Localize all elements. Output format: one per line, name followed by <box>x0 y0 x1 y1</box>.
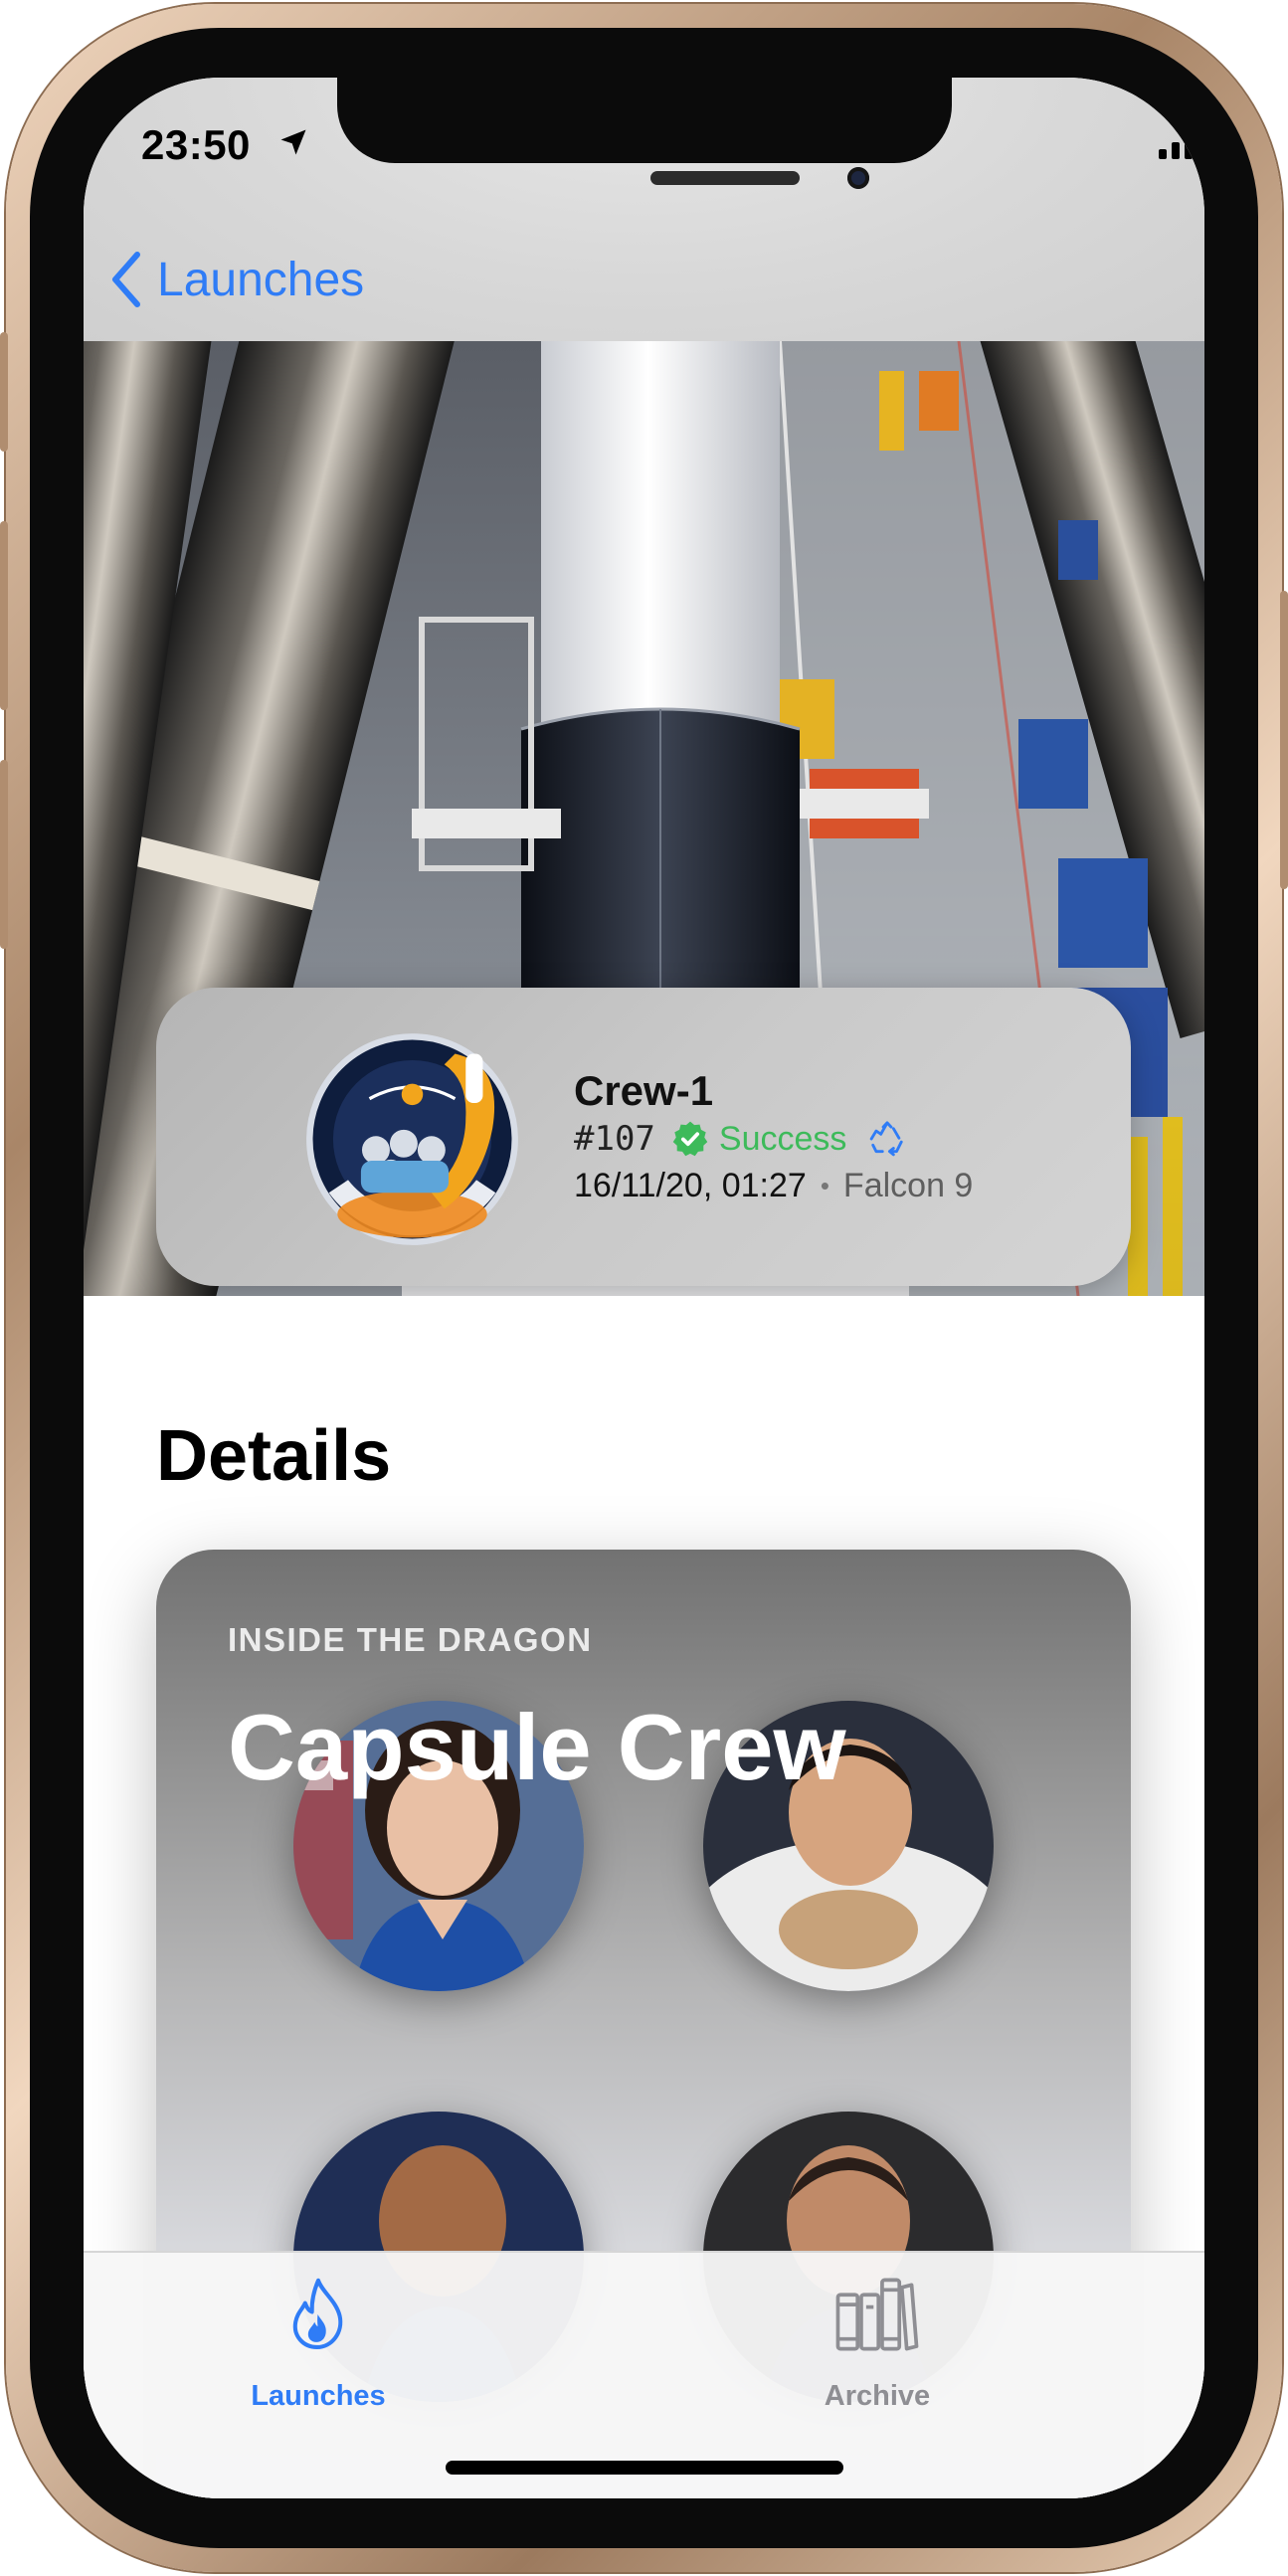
earpiece-speaker <box>650 171 800 185</box>
launch-date: 16/11/20, 01:27 <box>574 1167 807 1204</box>
mission-name: Crew-1 <box>574 1067 714 1114</box>
location-arrow-icon <box>280 129 306 155</box>
cellular-signal-icon <box>1159 126 1204 159</box>
screen: 23:50 4G Launches <box>84 78 1204 2498</box>
back-button[interactable]: Launches <box>109 245 364 314</box>
launch-summary-card[interactable]: Crew-1 #107 Success 16/11/20, 01:27 • Fa… <box>156 988 1131 1286</box>
status-time: 23:50 <box>141 121 251 168</box>
details-heading: Details <box>156 1416 392 1496</box>
separator-dot: • <box>820 1171 829 1200</box>
reused-recycle-icon <box>870 1121 904 1157</box>
rocket-name: Falcon 9 <box>842 1167 974 1204</box>
crew-card-kicker: INSIDE THE DRAGON <box>228 1621 593 1658</box>
tab-archive[interactable]: Archive <box>748 2277 1007 2416</box>
launch-hero-image: Crew-1 #107 Success 16/11/20, 01:27 • Fa… <box>84 341 1204 1296</box>
flame-icon <box>292 2278 343 2349</box>
flight-number: #107 <box>574 1119 655 1159</box>
books-icon <box>835 2278 919 2351</box>
power-button <box>1280 591 1288 889</box>
notch <box>337 78 952 163</box>
tab-launches-label: Launches <box>251 2380 386 2412</box>
tab-archive-label: Archive <box>824 2380 931 2412</box>
mission-patch-icon <box>306 1033 518 1245</box>
chevron-left-icon <box>112 252 140 307</box>
crew-card-title: Capsule Crew <box>228 1695 846 1799</box>
home-indicator[interactable] <box>446 2461 843 2475</box>
volume-down-button <box>0 760 8 949</box>
success-badge-icon <box>672 1121 708 1157</box>
front-camera <box>847 167 869 189</box>
mission-meta: #107 Success <box>574 1117 906 1161</box>
launch-status: Success <box>718 1119 847 1158</box>
tab-launches[interactable]: Launches <box>189 2277 448 2416</box>
volume-up-button <box>0 521 8 710</box>
back-button-label: Launches <box>157 253 365 306</box>
silent-switch <box>0 332 8 452</box>
launch-date-row: 16/11/20, 01:27 • Falcon 9 <box>574 1167 973 1205</box>
